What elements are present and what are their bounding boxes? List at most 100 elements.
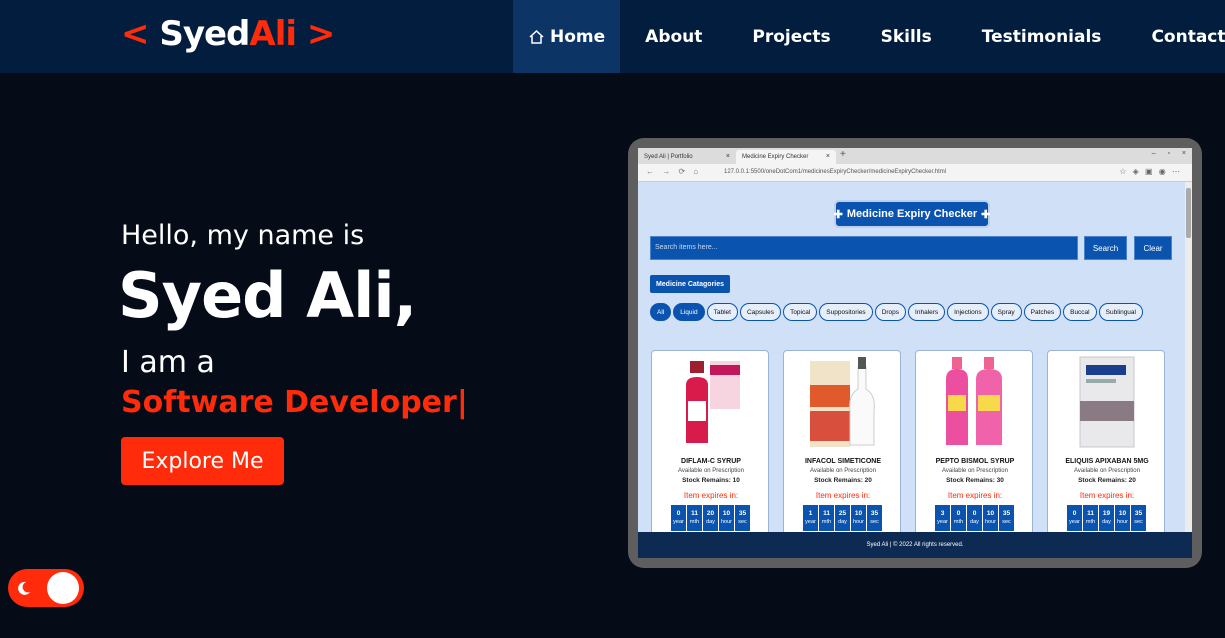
category-chip: Topical [783, 303, 818, 321]
product-card: DIFLAM-C SYRUP Available on Prescription… [651, 350, 769, 540]
timer-unit: day [970, 519, 979, 525]
drops-box-image [810, 357, 875, 447]
product-expires-label: Item expires in: [815, 491, 871, 500]
category-chip: Drops [874, 303, 907, 321]
app-title: ✚ Medicine Expiry Checker ✚ [834, 200, 990, 228]
category-chip: All [650, 303, 672, 321]
timer-value: 10 [986, 510, 995, 517]
timer-unit: year [805, 519, 816, 525]
expiry-timer: 0 year 11 mth 20 day 10 hour 35 sec [671, 505, 750, 531]
app-footer: Syed Ali | © 2022 All rights reserved. [638, 532, 1192, 558]
timer-value: 10 [854, 510, 863, 517]
tab-close-icon: × [825, 153, 830, 160]
product-availability: Available on Prescription [942, 468, 1008, 474]
timer-value: 35 [738, 510, 747, 517]
timer-unit: day [1102, 519, 1111, 525]
nav-contact-label: Contact [1151, 26, 1225, 47]
nav-skills[interactable]: Skills [856, 0, 957, 73]
product-name: PEPTO BISMOL SYRUP [935, 458, 1015, 465]
site-logo[interactable]: < SyedAli > [121, 14, 335, 54]
product-availability: Available on Prescription [810, 468, 876, 474]
timer-value: 0 [972, 510, 977, 517]
timer-year: 0 year [1067, 505, 1082, 531]
category-chip: Patches [1023, 303, 1062, 321]
nav-home-label: Home [550, 26, 606, 47]
nav-projects-label: Projects [752, 26, 831, 47]
timer-second: 35 sec [867, 505, 882, 531]
nav-testimonials[interactable]: Testimonials [957, 0, 1127, 73]
logo-open-bracket: < [121, 14, 149, 54]
timer-unit: mth [821, 519, 832, 525]
timer-year: 0 year [671, 505, 686, 531]
app-title-label: Medicine Expiry Checker [846, 208, 978, 220]
nav-testimonials-label: Testimonials [981, 26, 1102, 47]
top-navbar: < SyedAli > Home About Projects Skills T… [0, 0, 1225, 73]
timer-hour: 10 hour [983, 505, 998, 531]
timer-day: 20 day [703, 505, 718, 531]
app-search-input: Search items here... [650, 236, 1078, 260]
browser-tab-medicine[interactable]: Medicine Expiry Checker × [736, 150, 836, 164]
product-expires-label: Item expires in: [1079, 491, 1135, 500]
product-card: ELIQUIS APIXABAN 5MG Available on Prescr… [1047, 350, 1165, 540]
timer-value: 0 [1072, 510, 1077, 517]
timer-second: 35 sec [999, 505, 1014, 531]
product-name: DIFLAM-C SYRUP [681, 458, 741, 465]
browser-tabbar: Syed Ali | Portfolio × Medicine Expiry Ch… [638, 148, 1192, 164]
nav-about[interactable]: About [620, 0, 727, 73]
project-screenshot: Syed Ali | Portfolio × Medicine Expiry Ch… [638, 148, 1192, 558]
browser-url: 127.0.0.1:5500/oneDotCom1/medicinesExpir… [724, 169, 947, 175]
timer-unit: mth [1085, 519, 1096, 525]
browser-tab-portfolio-label: Syed Ali | Portfolio [644, 154, 693, 160]
timer-value: 1 [808, 510, 813, 517]
app-categories-label: Medicine Catagories [650, 275, 730, 293]
timer-value: 10 [722, 510, 731, 517]
browser-tab-portfolio[interactable]: Syed Ali | Portfolio × [638, 150, 736, 164]
hero-greeting: Hello, my name is [121, 220, 365, 251]
timer-hour: 10 hour [1115, 505, 1130, 531]
theme-toggle[interactable] [8, 569, 84, 607]
timer-unit: sec [738, 519, 747, 525]
category-chip: Tablet [706, 303, 738, 321]
timer-value: 35 [1002, 510, 1011, 517]
product-name: INFACOL SIMETICONE [804, 458, 882, 465]
product-expires-label: Item expires in: [947, 491, 1003, 500]
product-card: PEPTO BISMOL SYRUP Available on Prescrip… [915, 350, 1033, 540]
timer-unit: hour [852, 519, 864, 525]
timer-value: 20 [706, 510, 715, 517]
timer-unit: day [838, 519, 847, 525]
product-card: INFACOL SIMETICONE Available on Prescrip… [783, 350, 901, 540]
product-availability: Available on Prescription [1074, 468, 1140, 474]
timer-unit: day [706, 519, 715, 525]
nav-contact[interactable]: Contact [1126, 0, 1225, 73]
preview-scrollbar [1185, 182, 1192, 558]
medical-box-icon: ✚ [833, 208, 843, 221]
timer-unit: sec [1002, 519, 1011, 525]
hero-role-typing: Software Developer| [121, 385, 468, 420]
browser-nav-icons: ← → ⟳ ⌂ [646, 167, 699, 176]
nav-home[interactable]: Home [513, 0, 621, 73]
timer-day: 19 day [1099, 505, 1114, 531]
app-clear-button: Clear [1134, 236, 1172, 260]
medical-box-icon: ✚ [981, 208, 991, 221]
category-chip: Liquid [673, 303, 705, 321]
category-chip: Injections [947, 303, 989, 321]
timer-value: 0 [676, 510, 681, 517]
window-controls: – ▫ × [1151, 150, 1186, 157]
hero-name: Syed Ali, [118, 259, 417, 332]
category-chip: Inhalers [908, 303, 946, 321]
expiry-timer: 1 year 11 mth 25 day 10 hour 35 sec [803, 505, 882, 531]
timer-second: 35 sec [1131, 505, 1146, 531]
explore-me-button[interactable]: Explore Me [121, 437, 284, 485]
category-chip: Buccal [1063, 303, 1097, 321]
timer-month: 11 mth [1083, 505, 1098, 531]
moon-icon [18, 581, 30, 595]
timer-month: 11 mth [819, 505, 834, 531]
app-search-button: Search [1084, 236, 1127, 260]
expiry-timer: 0 year 11 mth 19 day 10 hour 35 sec [1067, 505, 1146, 531]
timer-unit: year [673, 519, 684, 525]
category-chip: Spray [990, 303, 1022, 321]
timer-unit: hour [1116, 519, 1128, 525]
nav-projects[interactable]: Projects [727, 0, 855, 73]
logo-first-name: Syed [159, 14, 250, 54]
timer-day: 0 day [967, 505, 982, 531]
